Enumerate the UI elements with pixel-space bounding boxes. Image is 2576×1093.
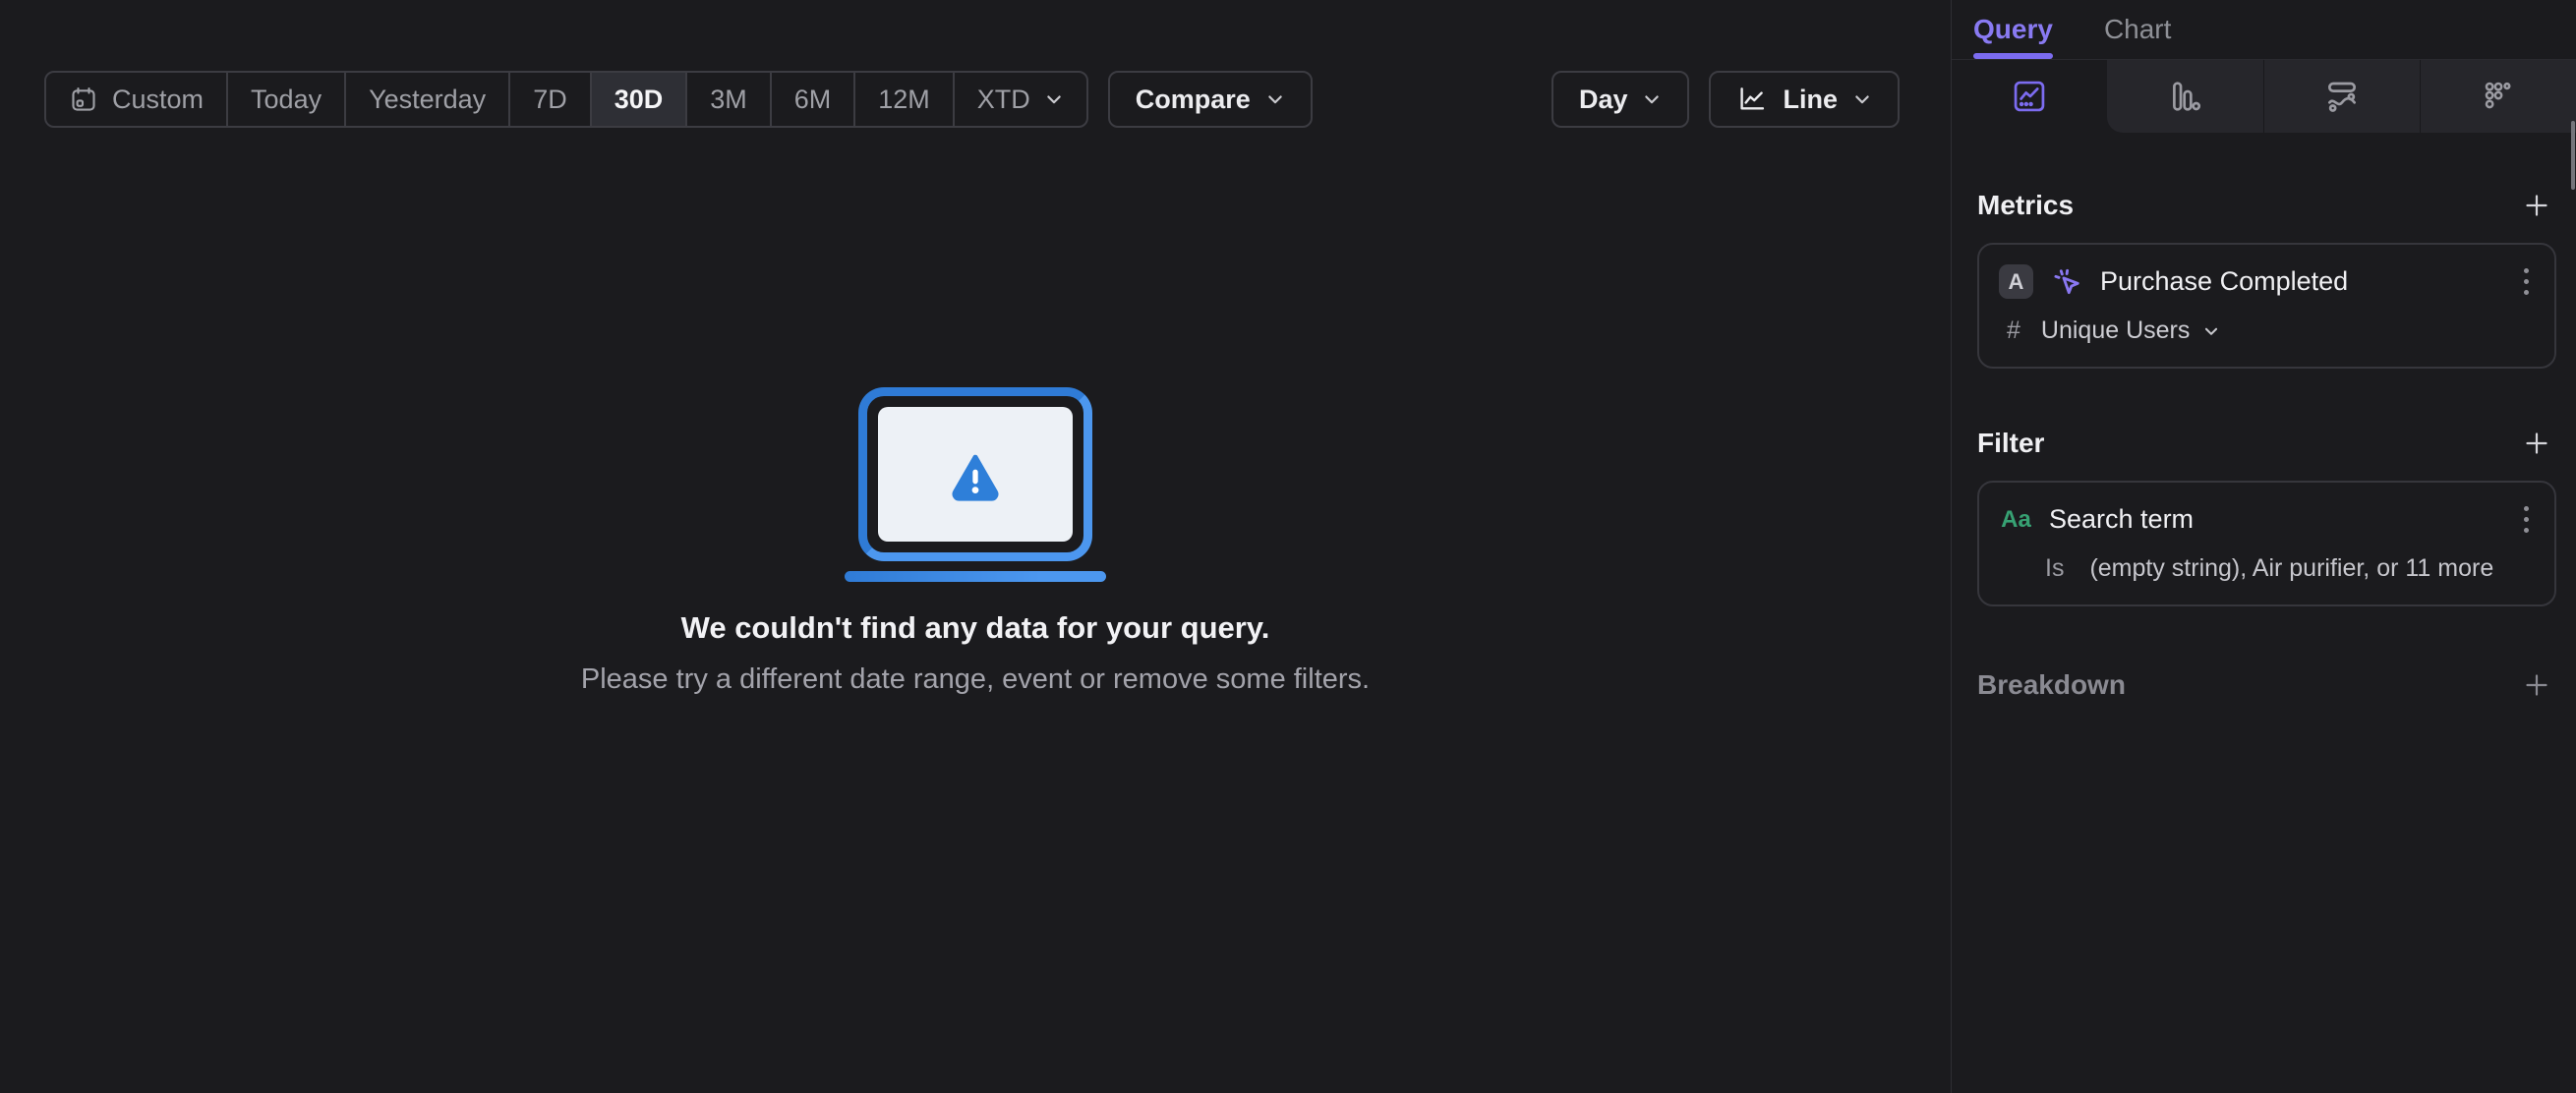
laptop-illustration: [858, 387, 1092, 561]
chart-toolbar: Custom Today Yesterday 7D 30D 3M 6M 12M …: [44, 71, 1900, 128]
filter-values[interactable]: (empty string), Air purifier, or 11 more: [2089, 554, 2493, 583]
metric-letter-badge: A: [1999, 264, 2033, 299]
chevron-down-icon: [2202, 322, 2220, 340]
date-range-today[interactable]: Today: [226, 73, 344, 126]
metric-more-menu[interactable]: [2518, 262, 2535, 301]
breakdown-heading: Breakdown: [1977, 669, 2126, 700]
metrics-section-header: Metrics: [1977, 186, 2556, 225]
filter-condition-row: Is (empty string), Air purifier, or 11 m…: [1999, 554, 2535, 583]
flow-icon: [2323, 78, 2361, 115]
tab-chart[interactable]: Chart: [2104, 0, 2171, 59]
count-symbol: #: [2007, 316, 2020, 344]
analysis-type-tabs: [1952, 60, 2576, 190]
empty-state: We couldn't find any data for your query…: [0, 387, 1951, 696]
flows-tab[interactable]: [2262, 60, 2420, 133]
date-range-xtd-dropdown[interactable]: XTD: [952, 73, 1086, 126]
date-range-label: Custom: [112, 84, 205, 114]
sidebar-scrollbar[interactable]: [2571, 121, 2575, 190]
chart-canvas: Custom Today Yesterday 7D 30D 3M 6M 12M …: [0, 0, 1951, 1093]
calendar-icon: [69, 85, 98, 114]
metrics-heading: Metrics: [1977, 190, 2075, 220]
line-chart-icon: [2011, 78, 2048, 115]
empty-state-subtitle: Please try a different date range, event…: [580, 663, 1371, 695]
breakdown-section-header: Breakdown: [1977, 665, 2556, 705]
add-filter-button[interactable]: [2517, 424, 2556, 463]
sidebar-tab-bar: Query Chart: [1952, 0, 2576, 60]
filter-operator[interactable]: Is: [2045, 554, 2064, 583]
date-range-control: Custom Today Yesterday 7D 30D 3M 6M 12M …: [44, 71, 1088, 128]
toolbar-left-group: Custom Today Yesterday 7D 30D 3M 6M 12M …: [44, 71, 1313, 128]
query-builder-sidebar: Query Chart Metrics A Purchase Completed…: [1951, 0, 2576, 1093]
compare-button[interactable]: Compare: [1107, 71, 1313, 128]
add-breakdown-button[interactable]: [2517, 665, 2556, 705]
funnels-tab[interactable]: [2107, 60, 2263, 133]
chevron-down-icon: [1265, 89, 1285, 109]
chart-type-dropdown[interactable]: Line: [1709, 71, 1900, 128]
chevron-down-icon: [1642, 89, 1662, 109]
query-builder-content: Metrics A Purchase Completed # Unique Us…: [1952, 186, 2576, 705]
laptop-base: [845, 571, 1106, 582]
filter-property-name[interactable]: Search term: [2049, 504, 2194, 535]
toolbar-right-group: Day Line: [1551, 71, 1900, 128]
interval-dropdown[interactable]: Day: [1551, 71, 1690, 128]
date-range-3m[interactable]: 3M: [685, 73, 770, 126]
date-range-7d[interactable]: 7D: [508, 73, 590, 126]
date-range-12m[interactable]: 12M: [853, 73, 953, 126]
insights-tab[interactable]: [1952, 60, 2107, 133]
chevron-down-icon: [1044, 89, 1064, 109]
date-range-6m[interactable]: 6M: [769, 73, 854, 126]
laptop-screen: [878, 407, 1073, 542]
bar-chart-icon: [2166, 78, 2203, 115]
dots-grid-icon: [2480, 78, 2517, 115]
metric-aggregation-row: # Unique Users: [1999, 316, 2535, 345]
line-chart-icon: [1736, 84, 1768, 115]
chevron-down-icon: [1852, 89, 1872, 109]
filter-card[interactable]: Aa Search term Is (empty string), Air pu…: [1977, 481, 2556, 606]
aggregation-dropdown[interactable]: Unique Users: [2041, 316, 2220, 345]
metric-card-row: A Purchase Completed: [1999, 262, 2535, 301]
filter-more-menu[interactable]: [2518, 500, 2535, 539]
empty-state-title: We couldn't find any data for your query…: [680, 610, 1270, 645]
date-range-yesterday[interactable]: Yesterday: [344, 73, 508, 126]
string-type-badge: Aa: [2001, 505, 2031, 533]
tab-query[interactable]: Query: [1973, 0, 2053, 59]
metric-event-name[interactable]: Purchase Completed: [2100, 266, 2348, 297]
event-click-icon: [2049, 264, 2084, 300]
warning-triangle-icon: [946, 447, 1005, 502]
filter-heading: Filter: [1977, 428, 2045, 458]
retention-tab[interactable]: [2419, 60, 2576, 133]
date-range-custom[interactable]: Custom: [46, 73, 226, 126]
add-metric-button[interactable]: [2517, 186, 2556, 225]
date-range-30d-selected[interactable]: 30D: [589, 73, 686, 126]
metric-card[interactable]: A Purchase Completed # Unique Users: [1977, 243, 2556, 369]
filter-card-row: Aa Search term: [1999, 500, 2535, 539]
filter-section-header: Filter: [1977, 424, 2556, 463]
